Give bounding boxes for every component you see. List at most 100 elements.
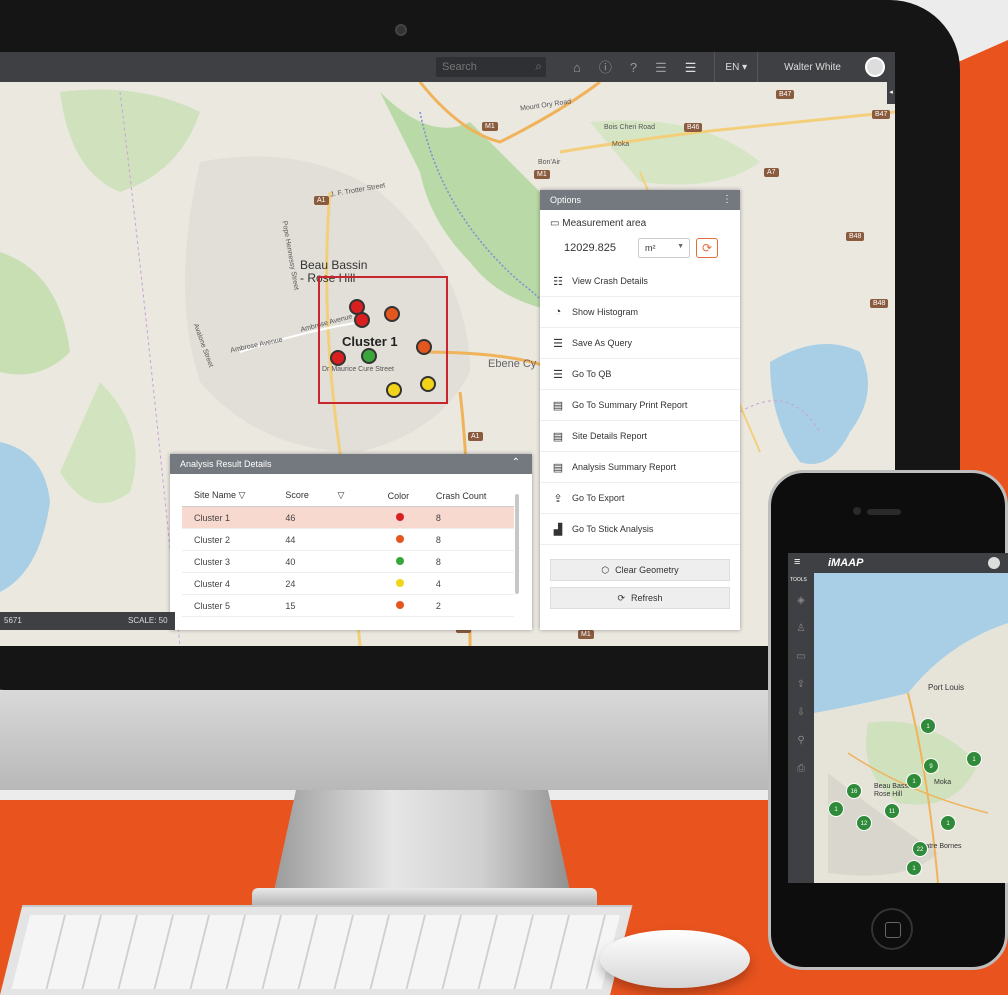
info-icon[interactable]: ⓘ [599, 61, 612, 74]
column-header[interactable]: Color [375, 486, 424, 507]
app-logo: iMAAP [828, 557, 864, 569]
cluster-marker[interactable]: 11 [884, 803, 900, 819]
stick-chart-icon: ▟ [553, 523, 563, 536]
options-list: ☷ View Crash Details ◔ Show Histogram ☰ Sav… [540, 266, 740, 545]
print-icon[interactable]: ⎙ [788, 755, 814, 783]
map-label-bon-air: Bon'Air [538, 159, 561, 166]
avatar[interactable] [865, 57, 885, 77]
import-icon[interactable]: ⇩ [788, 699, 814, 727]
crash-point[interactable] [384, 306, 400, 322]
desktop-screen: Moka Bon'Air Mount Ory Road Bois Cheri R… [0, 52, 895, 646]
export-icon[interactable]: ⇪ [788, 671, 814, 699]
option-analysis-summary-report[interactable]: ▤ Analysis Summary Report [540, 452, 740, 483]
column-header[interactable]: Site Name ▽ [182, 486, 274, 507]
road-badge-b47a: B47 [776, 90, 795, 99]
color-dot [395, 534, 404, 543]
language-selector[interactable]: EN ▾ [714, 52, 759, 82]
measurement-label: Measurement area [562, 218, 647, 229]
option-go-to-qb[interactable]: ☰ Go To QB [540, 359, 740, 390]
more-options-icon[interactable]: ⋮ [722, 194, 732, 205]
phone-topbar: ≡ iMAAP [788, 553, 1008, 573]
refresh-button[interactable]: ⟳ Refresh [550, 587, 730, 609]
road-badge-a1a: A1 [314, 196, 329, 205]
table-row[interactable]: Cluster 3 40 8 [182, 550, 514, 573]
layers-icon[interactable]: ◈ [788, 587, 814, 615]
clear-geometry-button[interactable]: ⬡ Clear Geometry [550, 559, 730, 581]
ruler-icon: ▭ [550, 218, 560, 229]
mouse [600, 930, 750, 988]
column-header[interactable]: Score ▽ [273, 486, 376, 507]
table-scrollbar[interactable] [515, 494, 519, 594]
cluster-marker[interactable]: 22 [912, 841, 928, 857]
panel-collapse-toggle[interactable]: ◂ [887, 82, 895, 104]
search-input[interactable] [436, 57, 522, 77]
column-header[interactable]: Crash Count [423, 486, 514, 507]
chevron-up-icon[interactable]: ⌃ [512, 457, 520, 468]
phone-frame: ≡ iMAAP TOOLS ◈ ♙ ▭ ⇪ ⇩ ⚲ ⎙ Port Louis B… [768, 470, 1008, 970]
document-icon: ▤ [552, 399, 564, 412]
location-pin-icon[interactable]: ⚲ [788, 727, 814, 755]
monitor-camera [395, 24, 407, 36]
filter-icon[interactable]: ▽ [337, 490, 344, 500]
document-icon: ▤ [552, 430, 564, 443]
cluster-marker[interactable]: 1 [906, 773, 922, 789]
road-badge-b48b: B48 [870, 299, 889, 308]
home-icon[interactable]: ⌂ [573, 61, 581, 74]
export-icon: ⇪ [553, 492, 563, 505]
road-badge-b47b: B47 [872, 110, 891, 119]
table-row[interactable]: Cluster 1 46 8 [182, 506, 514, 529]
option-site-details-report[interactable]: ▤ Site Details Report [540, 421, 740, 452]
color-dot [395, 512, 404, 521]
user-name[interactable]: Walter White [776, 62, 841, 73]
road-badge-m1: M1 [482, 122, 498, 131]
search-box: ⌕ [436, 57, 546, 77]
option-save-as-query[interactable]: ☰ Save As Query [540, 328, 740, 359]
crash-point[interactable] [354, 312, 370, 328]
option-go-to-stick-analysis[interactable]: ▟ Go To Stick Analysis [540, 514, 740, 545]
crash-point[interactable] [361, 348, 377, 364]
option-show-histogram[interactable]: ◔ Show Histogram [540, 297, 740, 328]
cluster-marker[interactable]: 1 [940, 815, 956, 831]
status-bar: 5671 SCALE: 50 [0, 612, 175, 630]
search-icon[interactable]: ⌕ [535, 59, 542, 74]
city-label: Port Louis [928, 683, 965, 692]
crash-point[interactable] [386, 382, 402, 398]
color-dot [395, 600, 404, 609]
crash-point[interactable] [330, 350, 346, 366]
monitor-stand [272, 790, 572, 900]
hamburger-menu-icon[interactable]: ≡ [794, 556, 800, 568]
cluster-marker[interactable]: 9 [923, 758, 939, 774]
database-icon[interactable]: ☰ [655, 61, 667, 74]
filter-icon[interactable]: ▽ [239, 490, 246, 500]
table-row[interactable]: Cluster 5 15 2 [182, 594, 514, 617]
phone-map[interactable] [788, 553, 1008, 883]
phone-home-button[interactable] [871, 908, 913, 950]
option-summary-print-report[interactable]: ▤ Go To Summary Print Report [540, 390, 740, 421]
phone-speaker [867, 509, 901, 515]
cluster-marker[interactable]: 1 [828, 801, 844, 817]
status-scale: SCALE: 50 [128, 616, 168, 625]
crash-point[interactable] [420, 376, 436, 392]
cluster-marker[interactable]: 1 [920, 718, 936, 734]
table-row[interactable]: Cluster 2 44 8 [182, 528, 514, 551]
ruler-icon[interactable]: ▭ [788, 643, 814, 671]
avatar[interactable] [988, 557, 1000, 569]
cluster-marker[interactable]: 12 [856, 815, 872, 831]
crash-point[interactable] [416, 339, 432, 355]
tools-label: TOOLS [790, 577, 807, 583]
unit-select[interactable]: m² ▼ [638, 238, 690, 258]
table-row[interactable]: Cluster 4 24 4 [182, 572, 514, 595]
query-db-icon[interactable]: ☰ [685, 61, 697, 74]
cluster-marker[interactable]: 1 [966, 751, 982, 767]
cluster-marker[interactable]: 16 [846, 783, 862, 799]
measurement-refresh-button[interactable]: ⟳ [696, 238, 718, 258]
person-icon[interactable]: ♙ [788, 615, 814, 643]
cluster-marker[interactable]: 1 [906, 860, 922, 876]
analysis-header: Analysis Result Details ⌃ [170, 454, 532, 474]
query-builder-icon: ☰ [553, 368, 563, 381]
histogram-icon: ◔ [554, 306, 562, 318]
option-view-crash-details[interactable]: ☷ View Crash Details [540, 266, 740, 297]
help-icon[interactable]: ? [630, 61, 637, 74]
option-go-to-export[interactable]: ⇪ Go To Export [540, 483, 740, 514]
map-label-moka: Moka [612, 141, 630, 148]
